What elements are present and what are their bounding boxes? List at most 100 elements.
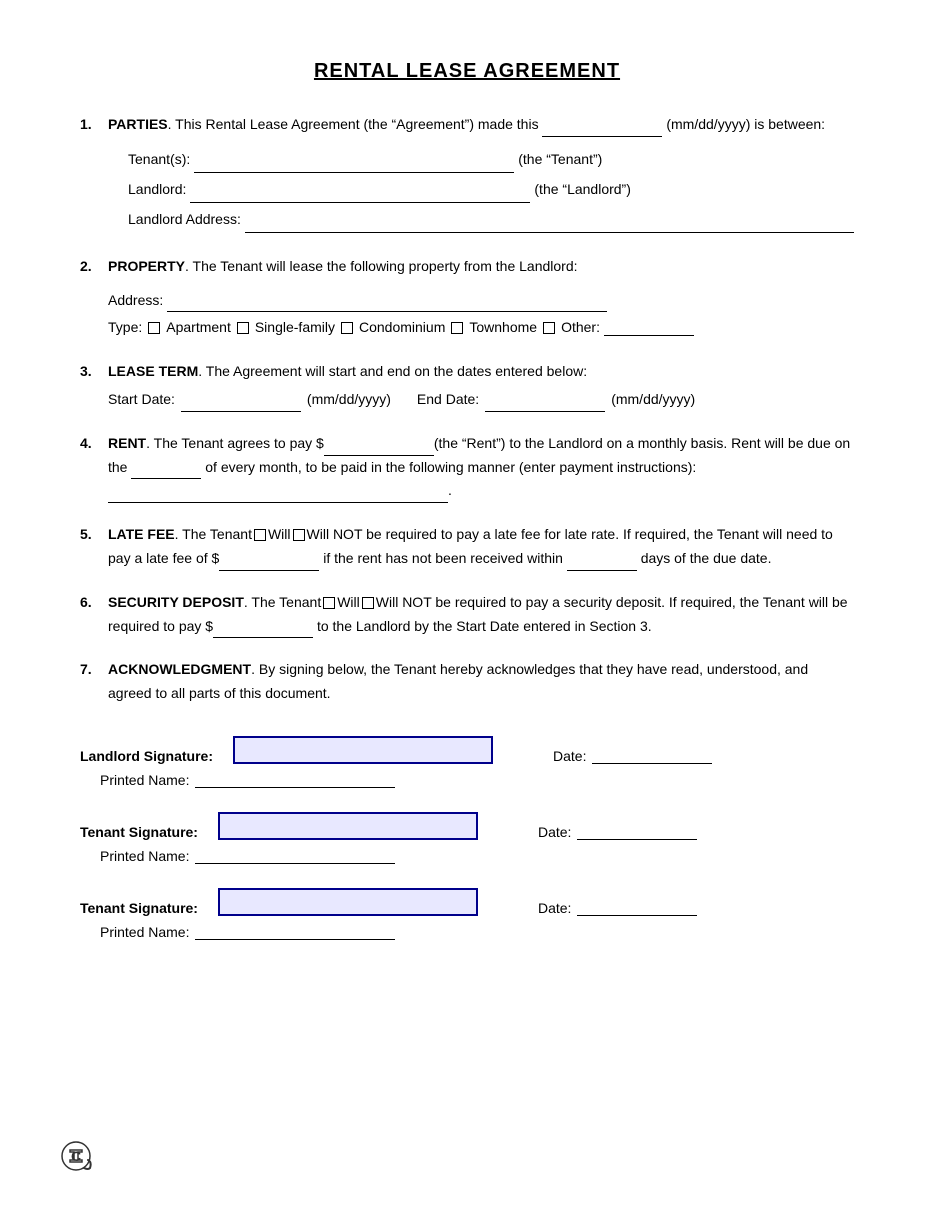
tenant1-printed-field[interactable] (195, 848, 395, 864)
type-single-family: Single-family (255, 316, 335, 340)
section-6-text-rest2: to the Landlord by the Start Date entere… (317, 618, 652, 634)
section-4-dot: . (448, 482, 452, 498)
section-1-text-before: . This Rental Lease Agreement (the “Agre… (168, 116, 539, 132)
section-acknowledgment: 7. ACKNOWLEDGMENT. By signing below, the… (80, 658, 854, 706)
section-5-text-rest3: days of the due date. (641, 550, 772, 566)
section-rent: 4. RENT. The Tenant agrees to pay $(the … (80, 432, 854, 503)
section-6-text-intro: . The Tenant (244, 594, 321, 610)
rent-due-day-field[interactable] (131, 463, 201, 479)
section-security-deposit: 6. SECURITY DEPOSIT. The Tenant Will Will … (80, 591, 854, 639)
landlord-label: Landlord: (128, 175, 186, 203)
other-checkbox[interactable] (543, 322, 555, 334)
section-4-heading: RENT (108, 435, 146, 451)
logo-icon: C (60, 1140, 92, 1172)
section-6-heading: SECURITY DEPOSIT (108, 594, 244, 610)
signature-section: Landlord Signature: Date: Printed Name: … (80, 736, 854, 940)
landlord-printed-field[interactable] (195, 772, 395, 788)
type-condominium: Condominium (359, 316, 445, 340)
section-1-num: 1. (80, 113, 100, 235)
start-date-format: (mm/dd/yyyy) (307, 388, 391, 412)
landlord-date-field[interactable] (592, 748, 712, 764)
landlord-date-label: Date: (553, 748, 586, 764)
landlord-signature-block: Landlord Signature: Date: Printed Name: (80, 736, 854, 788)
tenant-name-field[interactable] (194, 157, 514, 173)
landlord-name-field[interactable] (190, 187, 530, 203)
security-deposit-amount-field[interactable] (213, 622, 313, 638)
section-3-heading: LEASE TERM (108, 363, 198, 379)
late-fee-amount-field[interactable] (219, 555, 319, 571)
type-townhome: Townhome (469, 316, 537, 340)
tenant2-sig-field[interactable] (218, 888, 478, 916)
tenant1-date-label: Date: (538, 824, 571, 840)
tenant2-date-field[interactable] (577, 900, 697, 916)
section-1-text-after: (mm/dd/yyyy) is between: (666, 116, 825, 132)
watermark-logo: C (60, 1140, 92, 1179)
document-title: RENTAL LEASE AGREEMENT (80, 60, 854, 83)
tenant2-sig-label: Tenant Signature: (80, 900, 198, 916)
tenant2-printed-field[interactable] (195, 924, 395, 940)
landlord-printed-label: Printed Name: (100, 772, 189, 788)
section-7-num: 7. (80, 658, 100, 706)
address-label: Address: (108, 289, 163, 313)
tenant1-sig-field[interactable] (218, 812, 478, 840)
late-fee-will-not-checkbox[interactable] (293, 529, 305, 541)
section-6-will-not: Will NOT (376, 594, 432, 610)
security-will-not-checkbox[interactable] (362, 597, 374, 609)
security-will-checkbox[interactable] (323, 597, 335, 609)
condominium-checkbox[interactable] (341, 322, 353, 334)
section-5-num: 5. (80, 523, 100, 571)
section-3-num: 3. (80, 360, 100, 412)
section-4-num: 4. (80, 432, 100, 503)
payment-instructions-field[interactable] (108, 487, 448, 503)
start-date-field[interactable] (181, 396, 301, 412)
section-1-heading: PARTIES (108, 116, 168, 132)
type-apartment: Apartment (166, 316, 231, 340)
property-address-field[interactable] (167, 296, 607, 312)
rent-amount-field[interactable] (324, 440, 434, 456)
start-date-label: Start Date: (108, 388, 175, 412)
type-label: Type: (108, 316, 142, 340)
tenant1-sig-label: Tenant Signature: (80, 824, 198, 840)
section-parties: 1. PARTIES. This Rental Lease Agreement … (80, 113, 854, 235)
section-6-num: 6. (80, 591, 100, 639)
section-3-text: . The Agreement will start and end on th… (198, 363, 587, 379)
agreement-date-field[interactable] (542, 121, 662, 137)
landlord-sig-field[interactable] (233, 736, 493, 764)
section-property: 2. PROPERTY. The Tenant will lease the f… (80, 255, 854, 340)
section-5-text-rest2: if the rent has not been received within (323, 550, 563, 566)
landlord-suffix: (the “Landlord”) (534, 175, 631, 203)
section-5-heading: LATE FEE (108, 526, 175, 542)
landlord-sig-label: Landlord Signature: (80, 748, 213, 764)
section-lease-term: 3. LEASE TERM. The Agreement will start … (80, 360, 854, 412)
landlord-address-field[interactable] (245, 217, 854, 233)
section-5-will-not: Will NOT (307, 526, 363, 542)
section-5-text-intro: . The Tenant (175, 526, 252, 542)
section-2-text: . The Tenant will lease the following pr… (185, 258, 578, 274)
tenant1-signature-block: Tenant Signature: Date: Printed Name: (80, 812, 854, 864)
other-type-field[interactable] (604, 320, 694, 336)
tenant2-printed-label: Printed Name: (100, 924, 189, 940)
tenant2-date-label: Date: (538, 900, 571, 916)
section-6-will: Will (337, 594, 360, 610)
section-4-text3: of every month, to be paid in the follow… (205, 459, 696, 475)
late-fee-will-checkbox[interactable] (254, 529, 266, 541)
landlord-address-label: Landlord Address: (128, 205, 241, 233)
section-2-num: 2. (80, 255, 100, 340)
tenant-suffix: (the “Tenant”) (518, 145, 602, 173)
tenant1-date-field[interactable] (577, 824, 697, 840)
end-date-format: (mm/dd/yyyy) (611, 388, 695, 412)
tenant1-printed-label: Printed Name: (100, 848, 189, 864)
section-5-will: Will (268, 526, 291, 542)
tenant-label: Tenant(s): (128, 145, 190, 173)
apartment-checkbox[interactable] (148, 322, 160, 334)
section-7-heading: ACKNOWLEDGMENT (108, 661, 251, 677)
type-other: Other: (561, 316, 600, 340)
late-fee-days-field[interactable] (567, 555, 637, 571)
end-date-field[interactable] (485, 396, 605, 412)
tenant2-signature-block: Tenant Signature: Date: Printed Name: (80, 888, 854, 940)
svg-text:C: C (71, 1148, 81, 1164)
single-family-checkbox[interactable] (237, 322, 249, 334)
end-date-label: End Date: (417, 388, 479, 412)
section-4-text: . The Tenant agrees to pay $ (146, 435, 324, 451)
townhome-checkbox[interactable] (451, 322, 463, 334)
